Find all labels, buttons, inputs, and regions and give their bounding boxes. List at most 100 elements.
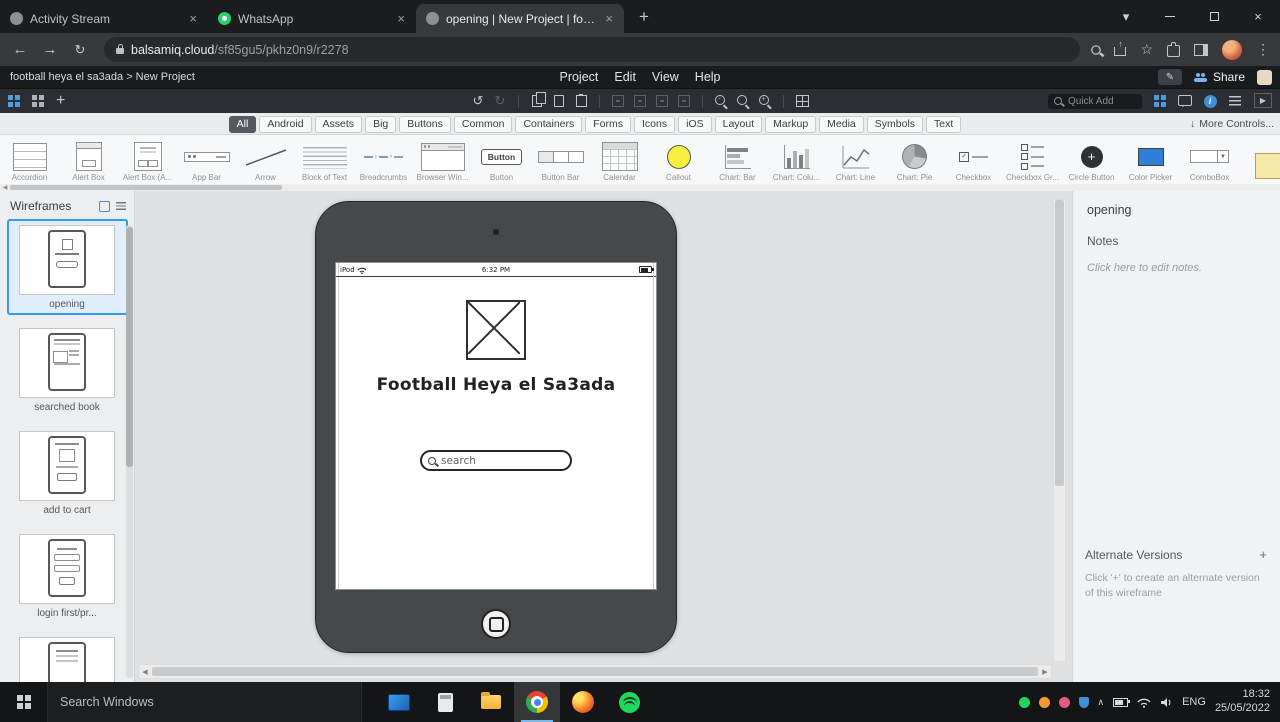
network-wifi-icon[interactable] xyxy=(1137,697,1151,708)
edit-project-button[interactable]: ✎ xyxy=(1158,69,1182,85)
browser-tab-whatsapp[interactable]: WhatsApp × xyxy=(208,4,416,33)
category-tab-forms[interactable]: Forms xyxy=(585,116,631,133)
palette-item-color-picker[interactable]: Color Picker xyxy=(1121,135,1180,184)
bookmark-star-icon[interactable]: ☆ xyxy=(1140,41,1153,58)
tab-close-icon[interactable]: × xyxy=(186,11,200,26)
back-icon[interactable]: ← xyxy=(8,41,32,58)
taskbar-clock[interactable]: 18:32 25/05/2022 xyxy=(1215,688,1270,716)
calculator-app-button[interactable] xyxy=(422,682,468,722)
menu-edit[interactable]: Edit xyxy=(614,70,636,84)
palette-item-breadcrumbs[interactable]: ›› Breadcrumbs xyxy=(354,135,413,184)
menu-project[interactable]: Project xyxy=(559,70,598,84)
wireframe-item-searched-book[interactable]: searched book xyxy=(7,322,128,418)
movies-tv-app-button[interactable] xyxy=(376,682,422,722)
vertical-scrollbar-thumb[interactable] xyxy=(1055,200,1064,486)
palette-item-chart-bar[interactable]: Chart: Bar xyxy=(708,135,767,184)
category-tab-media[interactable]: Media xyxy=(819,116,864,133)
wireframe-item-partial[interactable] xyxy=(7,631,128,682)
duplicate-icon[interactable] xyxy=(530,91,544,111)
spotify-app-button[interactable] xyxy=(606,682,652,722)
scroll-left-icon[interactable]: ◀ xyxy=(0,184,10,191)
address-bar[interactable]: balsamiq.cloud/sf85gu5/pkhz0n9/r2278 xyxy=(104,37,1080,62)
sidebar-scrollbar-thumb[interactable] xyxy=(126,227,133,467)
chrome-app-button[interactable] xyxy=(514,682,560,722)
wireframe-search-input[interactable]: search xyxy=(420,450,572,471)
menu-help[interactable]: Help xyxy=(695,70,721,84)
start-button[interactable] xyxy=(0,682,47,722)
palette-item-comment[interactable] xyxy=(1239,135,1280,184)
group-icon[interactable] xyxy=(655,91,669,111)
board-view-icon[interactable] xyxy=(99,201,110,212)
firefox-app-button[interactable] xyxy=(560,682,606,722)
data-table-icon[interactable] xyxy=(795,91,809,111)
share-button[interactable]: Share xyxy=(1194,70,1245,84)
wireframe-item-login-first[interactable]: login first/pr... xyxy=(7,528,128,624)
list-view-icon[interactable] xyxy=(116,202,126,210)
palette-item-browser-window[interactable]: Browser Win... xyxy=(413,135,472,184)
zoom-in-icon[interactable]: + xyxy=(758,91,772,111)
category-tab-markup[interactable]: Markup xyxy=(765,116,816,133)
palette-item-checkbox-group[interactable]: Checkbox Gr... xyxy=(1003,135,1062,184)
horizontal-scrollbar-thumb[interactable] xyxy=(152,667,1038,676)
reload-icon[interactable]: ↻ xyxy=(68,42,92,58)
defender-shield-icon[interactable] xyxy=(1079,697,1089,708)
notes-placeholder[interactable]: Click here to edit notes. xyxy=(1087,262,1266,274)
quick-add-input[interactable]: Quick Add xyxy=(1048,94,1142,109)
browser-tab-balsamiq[interactable]: opening | New Project | football | × xyxy=(416,4,624,33)
profile-avatar[interactable] xyxy=(1222,40,1242,60)
paste-icon[interactable] xyxy=(574,91,588,111)
volume-icon[interactable] xyxy=(1160,697,1173,708)
zoom-icon[interactable] xyxy=(1092,45,1102,55)
inspector-info-icon[interactable]: i xyxy=(1203,91,1217,111)
palette-item-alert-box-alt[interactable]: Alert Box (A... xyxy=(118,135,177,184)
palette-item-button[interactable]: Button Button xyxy=(472,135,531,184)
browser-menu-icon[interactable]: ⋮ xyxy=(1256,41,1270,58)
wireframe-item-add-to-cart[interactable]: add to cart xyxy=(7,425,128,521)
category-tab-text[interactable]: Text xyxy=(926,116,961,133)
redo-icon[interactable]: ↻ xyxy=(493,91,507,111)
palette-item-callout[interactable]: Callout xyxy=(649,135,708,184)
extensions-icon[interactable] xyxy=(1167,45,1180,57)
comments-icon[interactable] xyxy=(1178,91,1192,111)
battery-tray-icon[interactable] xyxy=(1113,698,1128,707)
scroll-left-icon[interactable]: ◀ xyxy=(139,668,151,676)
palette-scrollbar[interactable]: ◀ xyxy=(0,184,1280,191)
presentation-play-icon[interactable]: ▶ xyxy=(1254,93,1272,108)
palette-item-checkbox[interactable]: ✓ Checkbox xyxy=(944,135,1003,184)
align-icon[interactable] xyxy=(633,91,647,111)
category-tab-layout[interactable]: Layout xyxy=(715,116,763,133)
palette-item-chart-line[interactable]: Chart: Line xyxy=(826,135,885,184)
language-indicator[interactable]: ENG xyxy=(1182,696,1206,708)
breadcrumb[interactable]: football heya el sa3ada > New Project xyxy=(10,66,195,88)
orange-app-tray-icon[interactable] xyxy=(1039,697,1050,708)
category-tab-symbols[interactable]: Symbols xyxy=(867,116,923,133)
transform-icon[interactable] xyxy=(611,91,625,111)
editor-canvas[interactable]: 6:32 PM iPod Football Heya el Sa3ada sea xyxy=(135,191,1072,682)
image-placeholder[interactable] xyxy=(466,300,526,360)
palette-item-block-of-text[interactable]: Block of Text xyxy=(295,135,354,184)
palette-item-button-bar[interactable]: Button Bar xyxy=(531,135,590,184)
tab-close-icon[interactable]: × xyxy=(602,11,616,26)
wireframe-item-opening[interactable]: opening xyxy=(7,219,128,315)
browser-tab-activity-stream[interactable]: Activity Stream × xyxy=(0,4,208,33)
share-icon[interactable] xyxy=(1114,47,1126,56)
taskbar-search-input[interactable]: Search Windows xyxy=(47,682,362,722)
ui-library-icon[interactable] xyxy=(1153,91,1167,111)
canvas-vertical-scrollbar[interactable] xyxy=(1053,199,1066,662)
forward-icon[interactable]: → xyxy=(38,41,62,58)
zoom-reset-icon[interactable] xyxy=(736,91,750,111)
lock-tool-icon[interactable] xyxy=(677,91,691,111)
category-tab-common[interactable]: Common xyxy=(454,116,513,133)
palette-item-alert-box[interactable]: Alert Box xyxy=(59,135,118,184)
category-tab-buttons[interactable]: Buttons xyxy=(399,116,451,133)
palette-item-combobox[interactable]: ▼ ComboBox xyxy=(1180,135,1239,184)
category-tab-android[interactable]: Android xyxy=(259,116,311,133)
spotify-tray-icon[interactable] xyxy=(1019,697,1030,708)
palette-item-app-bar[interactable]: App Bar xyxy=(177,135,236,184)
add-wireframe-icon[interactable]: + xyxy=(56,93,65,109)
minimize-button[interactable] xyxy=(1148,0,1192,33)
zoom-out-icon[interactable]: - xyxy=(714,91,728,111)
new-tab-button[interactable]: + xyxy=(632,5,656,29)
category-tab-all[interactable]: All xyxy=(229,116,257,133)
red-app-tray-icon[interactable] xyxy=(1059,697,1070,708)
